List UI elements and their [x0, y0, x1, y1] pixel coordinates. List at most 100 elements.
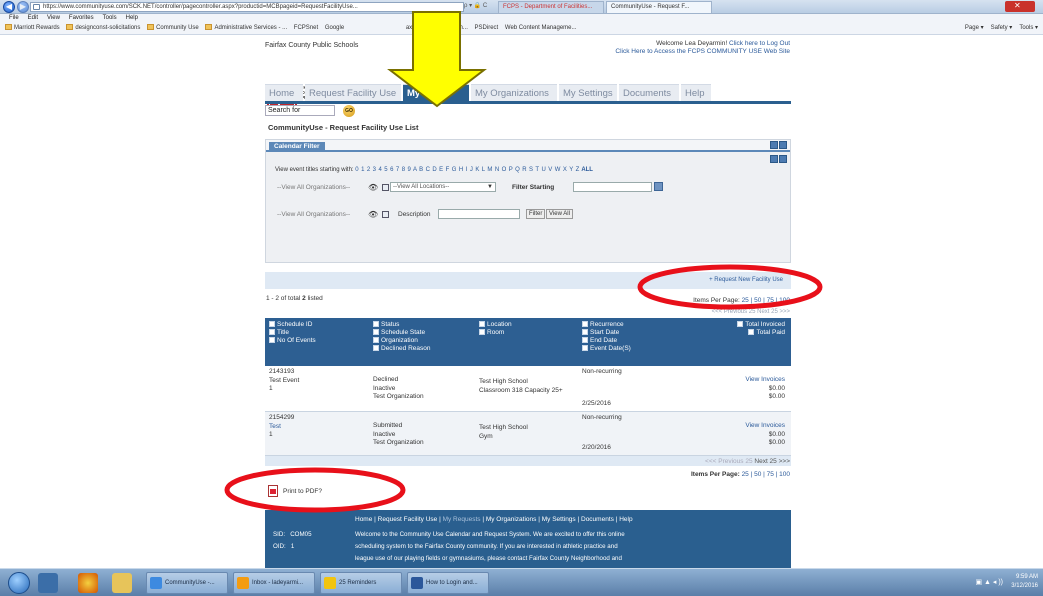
logout-link[interactable]: Click here to Log Out [729, 40, 790, 47]
calendar-icon[interactable] [654, 182, 663, 191]
menu-view[interactable]: View [47, 15, 60, 21]
footer-link-settings[interactable]: My Settings [542, 516, 576, 523]
header-cell[interactable]: Title [269, 329, 316, 337]
filter-button[interactable]: Filter [526, 209, 546, 219]
header-cell[interactable]: No Of Events [269, 337, 316, 345]
favorite-link[interactable]: Administrative Services - ... [205, 22, 287, 34]
task-word-doc[interactable]: How to Login and... [407, 572, 489, 594]
binoculars-icon[interactable]: 👁 [368, 211, 379, 219]
footer-link-home[interactable]: Home [355, 516, 372, 523]
alpha-letter-links[interactable]: 0 1 2 3 4 5 6 7 8 9 A B C D E F G H I J … [355, 167, 579, 173]
menu-file[interactable]: File [9, 15, 19, 21]
items-per-page-options[interactable]: 25 | 50 | 75 | 100 [742, 297, 790, 304]
footer-link-my-requests[interactable]: My Requests [443, 516, 481, 523]
favorite-link[interactable]: Google [325, 22, 344, 34]
folder-icon [5, 24, 12, 31]
header-cell[interactable]: Total Paid [737, 329, 785, 337]
address-bar[interactable]: https://www.communityuse.com/SCK.NET/con… [30, 2, 464, 12]
footer-link-documents[interactable]: Documents [581, 516, 614, 523]
footer-link-request[interactable]: Request Facility Use [378, 516, 438, 523]
command-tools[interactable]: Tools ▾ [1019, 25, 1038, 31]
start-button[interactable] [8, 572, 30, 594]
header-cell[interactable]: Room [479, 329, 512, 337]
view-all-button[interactable]: View All [546, 209, 573, 219]
header-cell[interactable]: Organization [373, 337, 431, 345]
task-inbox[interactable]: Inbox - ladeyarmi... [233, 572, 315, 594]
table-row[interactable]: 2154299 Test 1 Submitted Inactive Test O… [265, 412, 791, 456]
next-page-link[interactable]: Next 25 >>> [754, 458, 790, 465]
calendar-filter-tab[interactable]: Calendar Filter [269, 142, 325, 152]
clear-icon[interactable] [382, 211, 389, 218]
filter-starting-input[interactable] [573, 182, 652, 192]
collapse-icon[interactable] [779, 141, 787, 149]
favorite-link[interactable]: designconst-solicitations [66, 22, 140, 34]
favorite-link[interactable]: Marriott Rewards [5, 22, 60, 34]
command-safety[interactable]: Safety ▾ [991, 25, 1013, 31]
media-player-icon[interactable] [38, 573, 58, 593]
tab-my-organizations[interactable]: My Organizations [471, 84, 557, 101]
tab-my-settings[interactable]: My Settings [559, 84, 617, 101]
collapse-icon[interactable] [779, 155, 787, 163]
tab-request-facility-use[interactable]: Request Facility Use [305, 84, 401, 101]
tab-my-requests[interactable]: My Requests [403, 84, 469, 116]
browser-tab-communityuse[interactable]: CommunityUse - Request F... [606, 1, 712, 13]
tab-help[interactable]: Help [681, 84, 711, 101]
tab-home[interactable]: Home [265, 84, 303, 101]
main-nav: Home Request Facility Use My Requests My… [265, 84, 791, 116]
windows-taskbar: CommunityUse -... Inbox - ladeyarmi... 2… [0, 568, 1043, 596]
clear-icon[interactable] [382, 184, 389, 191]
header-cell[interactable]: Start Date [582, 329, 631, 337]
header-cell[interactable]: Schedule State [373, 329, 431, 337]
request-title[interactable]: Test [269, 423, 294, 432]
favorite-link[interactable]: PSDirect [475, 22, 499, 34]
alpha-all-link[interactable]: ALL [581, 167, 593, 173]
favorite-link[interactable]: Web Content Manageme... [505, 22, 577, 34]
request-new-facility-use-link[interactable]: + Request New Facility Use [709, 277, 783, 283]
clock[interactable]: 9:59 AM 3/12/2016 [1011, 573, 1038, 591]
help-icon[interactable] [770, 155, 778, 163]
system-tray-icons[interactable]: ▣ ▲ ◂ )) [975, 578, 1003, 586]
community-use-site-link[interactable]: Click Here to Access the FCPS COMMUNITY … [615, 48, 790, 56]
help-icon[interactable] [770, 141, 778, 149]
menu-tools[interactable]: Tools [103, 15, 117, 21]
footer-link-organizations[interactable]: My Organizations [486, 516, 537, 523]
header-cell[interactable]: Declined Reason [373, 345, 431, 353]
close-window-button[interactable]: ✕ [1005, 1, 1035, 12]
header-cell[interactable]: Recurrence [582, 321, 631, 329]
chrome-icon[interactable] [78, 573, 98, 593]
browser-tab-fcps[interactable]: FCPS - Department of Facilities... [498, 1, 604, 13]
organization-select-2[interactable]: --View All Organizations-- [277, 211, 350, 218]
description-input[interactable] [438, 209, 520, 219]
header-cell[interactable]: Schedule ID [269, 321, 316, 329]
header-cell[interactable]: Total Invoiced [737, 321, 785, 329]
forward-button[interactable]: ▶ [17, 1, 29, 13]
location-select[interactable]: --View All Locations-- ▼ [390, 182, 496, 192]
task-reminders[interactable]: 25 Reminders [320, 572, 402, 594]
items-per-page-options[interactable]: 25 | 50 | 75 | 100 [742, 471, 790, 478]
tab-documents[interactable]: Documents [619, 84, 679, 101]
header-cell[interactable]: End Date [582, 337, 631, 345]
view-invoices-link[interactable]: View Invoices [745, 422, 785, 431]
task-communityuse[interactable]: CommunityUse -... [146, 572, 228, 594]
favorite-link[interactable]: FCPSnet [294, 22, 318, 34]
menu-edit[interactable]: Edit [28, 15, 38, 21]
pagination-top[interactable]: <<< Previous 25 Next 25 >>> [712, 309, 790, 315]
favorite-link[interactable]: Community Use [147, 22, 199, 34]
search-go-button[interactable]: GO [343, 105, 355, 117]
favorite-link[interactable]: ax County Public Sch... [406, 22, 468, 34]
address-tools[interactable]: ρ ▾ 🔒 C [464, 2, 487, 9]
header-cell[interactable]: Location [479, 321, 512, 329]
view-invoices-link[interactable]: View Invoices [745, 376, 785, 385]
previous-page-link[interactable]: <<< Previous 25 [705, 458, 753, 465]
back-button[interactable]: ◀ [3, 1, 15, 13]
footer-link-help[interactable]: Help [619, 516, 632, 523]
explorer-icon[interactable] [112, 573, 132, 593]
header-cell[interactable]: Status [373, 321, 431, 329]
table-row[interactable]: 2143193 Test Event 1 Declined Inactive T… [265, 366, 791, 412]
menu-help[interactable]: Help [126, 15, 138, 21]
organization-select[interactable]: --View All Organizations-- [277, 184, 350, 191]
binoculars-icon[interactable]: 👁 [368, 184, 379, 192]
menu-favorites[interactable]: Favorites [69, 15, 94, 21]
command-page[interactable]: Page ▾ [965, 25, 984, 31]
header-cell[interactable]: Event Date(S) [582, 345, 631, 353]
